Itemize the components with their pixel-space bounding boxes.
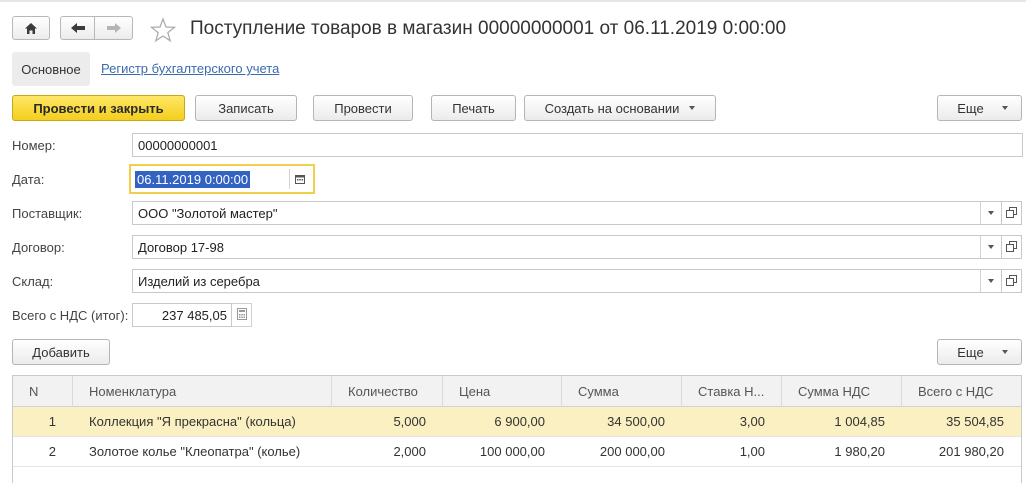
calculator-button[interactable]: [232, 303, 252, 327]
contract-open-button[interactable]: [1002, 235, 1022, 259]
row-sum: 34 500,00: [607, 414, 665, 429]
number-value: 00000000001: [138, 137, 218, 153]
post-button[interactable]: Провести: [313, 95, 413, 121]
supplier-value: ООО "Золотой мастер": [138, 205, 278, 221]
open-window-icon: [1006, 240, 1017, 255]
supplier-open-button[interactable]: [1002, 201, 1022, 225]
warehouse-open-button[interactable]: [1002, 269, 1022, 293]
row-quantity: 2,000: [393, 444, 426, 459]
home-button[interactable]: [12, 16, 50, 40]
forward-arrow-icon: [106, 22, 122, 34]
table-header: N Номенклатура Количество Цена Сумма Ста…: [13, 376, 1021, 407]
favorite-star-icon[interactable]: [149, 17, 177, 46]
open-window-icon: [1006, 206, 1017, 221]
contract-label: Договор:: [12, 240, 65, 255]
calendar-icon[interactable]: [289, 169, 310, 189]
column-header-sum[interactable]: Сумма: [562, 376, 682, 407]
add-row-button[interactable]: Добавить: [12, 339, 110, 365]
row-total-vat: 201 980,20: [938, 444, 1004, 459]
total-vat-field: 237 485,05: [132, 303, 232, 327]
warehouse-dropdown-button[interactable]: [980, 270, 1001, 292]
total-vat-value: 237 485,05: [161, 307, 227, 323]
chevron-down-icon: [1001, 106, 1008, 110]
table-row[interactable]: 1 Коллекция "Я прекрасна" (кольца) 5,000…: [13, 407, 1021, 437]
back-arrow-icon: [70, 22, 86, 34]
column-header-n[interactable]: N: [13, 376, 73, 407]
number-field[interactable]: 00000000001: [132, 133, 1023, 157]
save-button[interactable]: Записать: [195, 95, 297, 121]
warehouse-value: Изделий из серебра: [138, 273, 260, 289]
back-button[interactable]: [60, 16, 95, 40]
row-quantity: 5,000: [393, 414, 426, 429]
table-more-label: Еще: [957, 344, 984, 360]
tab-accounting-register[interactable]: Регистр бухгалтерского учета: [101, 61, 279, 76]
forward-button[interactable]: [94, 16, 133, 40]
supplier-field[interactable]: ООО "Золотой мастер": [132, 201, 1002, 225]
tab-main[interactable]: Основное: [12, 52, 90, 86]
contract-value: Договор 17-98: [138, 239, 224, 255]
table-row[interactable]: 2 Золотое колье "Клеопатра" (колье) 2,00…: [13, 437, 1021, 467]
row-vat-rate: 1,00: [739, 444, 765, 459]
chevron-down-icon: [1001, 350, 1008, 354]
warehouse-field[interactable]: Изделий из серебра: [132, 269, 1002, 293]
contract-field[interactable]: Договор 17-98: [132, 235, 1002, 259]
row-number: 1: [48, 414, 56, 429]
contract-dropdown-button[interactable]: [980, 236, 1001, 258]
chevron-down-icon: [988, 279, 994, 283]
number-label: Номер:: [12, 138, 56, 153]
row-vat-rate: 3,00: [739, 414, 765, 429]
column-header-vat-rate[interactable]: Ставка Н...: [682, 376, 782, 407]
home-icon: [24, 22, 38, 35]
print-button[interactable]: Печать: [431, 95, 516, 121]
chevron-down-icon: [988, 211, 994, 215]
row-price: 100 000,00: [479, 444, 545, 459]
document-title: Поступление товаров в магазин 0000000000…: [190, 18, 787, 39]
date-field[interactable]: 06.11.2019 0:00:00: [129, 164, 315, 194]
row-total-vat: 35 504,85: [946, 414, 1004, 429]
warehouse-label: Склад:: [12, 274, 54, 289]
column-header-nomenclature[interactable]: Номенклатура: [73, 376, 332, 407]
row-vat-sum: 1 980,20: [834, 444, 885, 459]
post-and-close-button[interactable]: Провести и закрыть: [12, 95, 185, 121]
window-top-border: [0, 0, 1026, 2]
column-header-quantity[interactable]: Количество: [332, 376, 443, 407]
calculator-icon: [236, 307, 247, 323]
row-nomenclature: Золотое колье "Клеопатра" (колье): [89, 444, 301, 459]
goods-table: N Номенклатура Количество Цена Сумма Ста…: [12, 375, 1022, 483]
create-based-on-label: Создать на основании: [544, 100, 680, 116]
table-more-button[interactable]: Еще: [937, 339, 1022, 365]
chevron-down-icon: [988, 245, 994, 249]
column-header-vat-sum[interactable]: Сумма НДС: [782, 376, 902, 407]
open-window-icon: [1006, 274, 1017, 289]
supplier-label: Поставщик:: [12, 206, 83, 221]
row-vat-sum: 1 004,85: [834, 414, 885, 429]
total-vat-label: Всего с НДС (итог):: [12, 308, 129, 323]
row-nomenclature: Коллекция "Я прекрасна" (кольца): [89, 414, 296, 429]
chevron-down-icon: [689, 106, 696, 110]
row-number: 2: [48, 444, 56, 459]
create-based-on-button[interactable]: Создать на основании: [524, 95, 716, 121]
more-label: Еще: [957, 100, 984, 116]
row-sum: 200 000,00: [599, 444, 665, 459]
date-value: 06.11.2019 0:00:00: [135, 171, 251, 188]
date-label: Дата:: [12, 172, 45, 187]
column-header-price[interactable]: Цена: [443, 376, 562, 407]
row-price: 6 900,00: [494, 414, 545, 429]
supplier-dropdown-button[interactable]: [980, 202, 1001, 224]
column-header-total-vat[interactable]: Всего с НДС: [902, 376, 1021, 407]
more-button[interactable]: Еще: [937, 95, 1022, 121]
